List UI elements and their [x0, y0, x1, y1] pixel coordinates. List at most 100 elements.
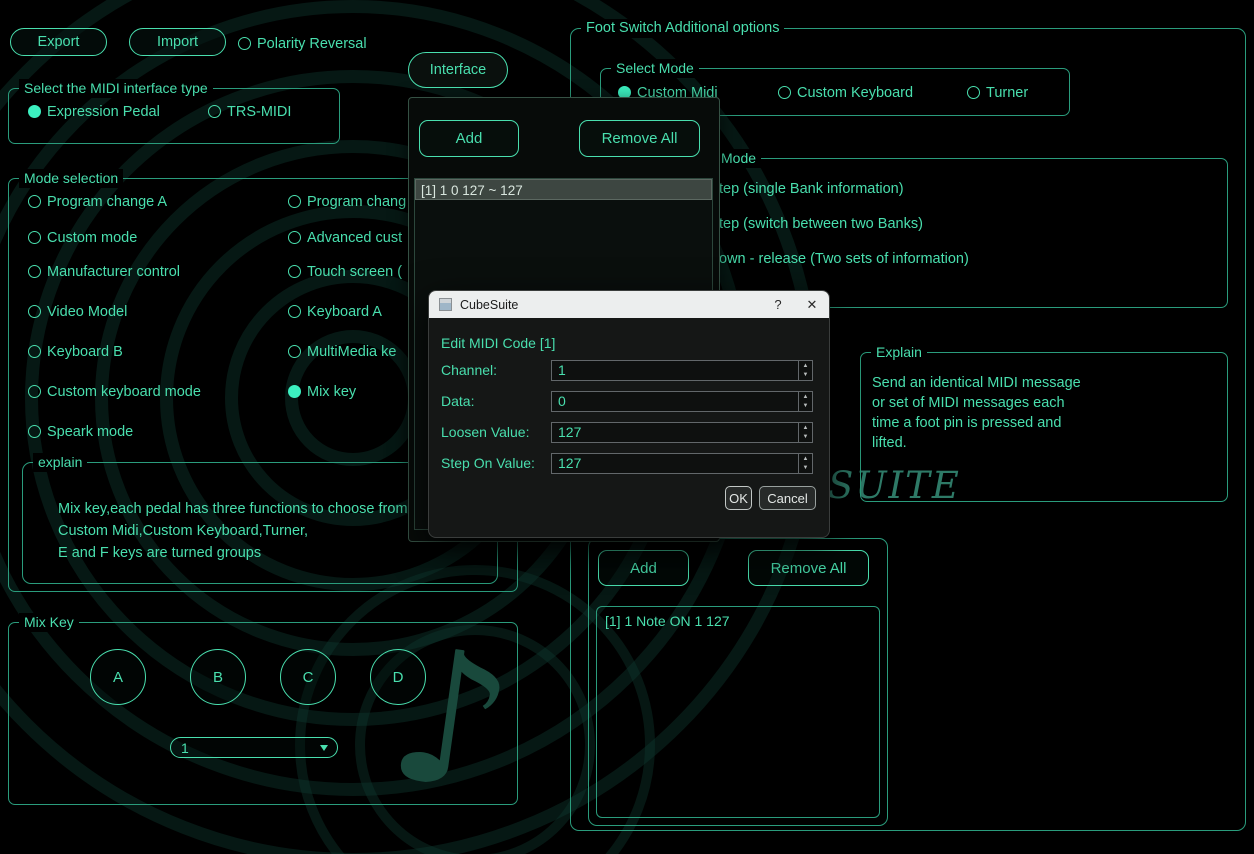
close-icon[interactable]: ✕ — [795, 291, 829, 318]
polarity-reversal-label: Polarity Reversal — [257, 35, 367, 52]
trs-midi-option[interactable]: TRS-MIDI — [208, 103, 291, 120]
step-on-value-label: Step On Value: — [441, 455, 535, 471]
bank-mode-legend: Mode — [716, 149, 762, 168]
mix-key-button-a[interactable]: A — [90, 649, 146, 705]
polarity-reversal-radio[interactable] — [238, 37, 251, 50]
select-mode-label: Custom Keyboard — [797, 84, 914, 101]
spin-up-icon[interactable]: ▲ — [799, 423, 812, 433]
import-button[interactable]: Import — [129, 28, 226, 56]
bank-mode-option-2[interactable]: tep (switch between two Banks) — [700, 215, 923, 232]
mode-radio[interactable] — [28, 265, 41, 278]
mix-key-dropdown[interactable]: 1 — [170, 737, 338, 758]
spin-down-icon[interactable]: ▼ — [799, 371, 812, 381]
expression-pedal-label: Expression Pedal — [47, 103, 160, 120]
mode-radio[interactable] — [288, 305, 301, 318]
bank-mode-label: tep (single Bank information) — [719, 180, 904, 197]
midi-code-list-item[interactable]: [1] 1 0 127 ~ 127 — [415, 179, 712, 200]
polarity-reversal-option[interactable]: Polarity Reversal — [238, 35, 367, 52]
mode-radio[interactable] — [28, 345, 41, 358]
spin-up-icon[interactable]: ▲ — [799, 361, 812, 371]
chevron-down-icon — [320, 745, 328, 751]
spin-up-icon[interactable]: ▲ — [799, 392, 812, 402]
mode-label: Touch screen ( — [307, 263, 403, 280]
mode-label: Keyboard A — [307, 303, 382, 320]
mode-multimedia-keyboard[interactable]: MultiMedia ke — [288, 343, 396, 360]
mode-custom-keyboard-mode[interactable]: Custom keyboard mode — [28, 383, 201, 400]
mix-key-button-d[interactable]: D — [370, 649, 426, 705]
dialog-titlebar[interactable]: CubeSuite ? ✕ — [429, 291, 829, 318]
mode-label: Advanced cust — [307, 229, 403, 246]
trs-midi-radio[interactable] — [208, 105, 221, 118]
explain-line: lifted. — [872, 435, 907, 451]
mode-radio[interactable] — [28, 425, 41, 438]
expression-pedal-option[interactable]: Expression Pedal — [28, 103, 160, 120]
mix-key-button-c[interactable]: C — [280, 649, 336, 705]
interface-button[interactable]: Interface — [408, 52, 508, 88]
mode-radio[interactable] — [288, 265, 301, 278]
mode-manufacturer-control[interactable]: Manufacturer control — [28, 263, 180, 280]
bank-mode-option-1[interactable]: tep (single Bank information) — [700, 180, 904, 197]
mode-touch-screen[interactable]: Touch screen ( — [288, 263, 402, 280]
dialog-icon — [439, 298, 452, 311]
mode-custom-mode[interactable]: Custom mode — [28, 229, 137, 246]
data-label: Data: — [441, 393, 475, 409]
mix-key-button-b[interactable]: B — [190, 649, 246, 705]
mode-label: Speark mode — [47, 423, 134, 440]
export-button[interactable]: Export — [10, 28, 107, 56]
mode-advanced-custom[interactable]: Advanced cust — [288, 229, 402, 246]
select-mode-custom-keyboard[interactable]: Custom Keyboard — [778, 84, 913, 101]
mode-radio[interactable] — [288, 231, 301, 244]
mode-program-change-b[interactable]: Program chang — [288, 193, 406, 210]
mode-keyboard-b[interactable]: Keyboard B — [28, 343, 123, 360]
mode-label: Mix key — [307, 383, 357, 400]
cancel-button[interactable]: Cancel — [759, 486, 816, 510]
dialog-heading: Edit MIDI Code [1] — [441, 335, 556, 351]
select-mode-radio[interactable] — [778, 86, 791, 99]
explain-line: time a foot pin is pressed and — [872, 415, 1062, 431]
midi-remove-all-button[interactable]: Remove All — [579, 120, 700, 157]
spinner-column: ▲ ▼ — [798, 454, 812, 473]
note-list-item[interactable]: [1] 1 Note ON 1 127 — [605, 613, 879, 629]
mode-radio[interactable] — [288, 345, 301, 358]
spin-down-icon[interactable]: ▼ — [799, 402, 812, 412]
interface-type-legend: Select the MIDI interface type — [19, 79, 213, 98]
midi-add-button[interactable]: Add — [419, 120, 519, 157]
data-value: 0 — [558, 393, 566, 409]
mode-program-change-a[interactable]: Program change A — [28, 193, 167, 210]
note-list[interactable]: [1] 1 Note ON 1 127 — [596, 606, 880, 818]
mode-radio[interactable] — [288, 385, 301, 398]
spinner-column: ▲ ▼ — [798, 423, 812, 442]
spin-down-icon[interactable]: ▼ — [799, 433, 812, 443]
bank-mode-option-3[interactable]: own - release (Two sets of information) — [700, 250, 969, 267]
loosen-value: 127 — [558, 424, 582, 440]
mode-radio[interactable] — [288, 195, 301, 208]
mode-radio[interactable] — [28, 385, 41, 398]
expression-pedal-radio[interactable] — [28, 105, 41, 118]
mode-speark-mode[interactable]: Speark mode — [28, 423, 133, 440]
app-window: ♪ SUITE Export Import Polarity Reversal … — [0, 0, 1254, 854]
mode-keyboard-a[interactable]: Keyboard A — [288, 303, 382, 320]
spin-down-icon[interactable]: ▼ — [799, 464, 812, 474]
step-on-value: 127 — [558, 455, 582, 471]
mix-key-group: Mix Key — [8, 613, 518, 805]
mode-radio[interactable] — [28, 305, 41, 318]
select-mode-turner[interactable]: Turner — [967, 84, 1028, 101]
spin-up-icon[interactable]: ▲ — [799, 454, 812, 464]
select-mode-label: Turner — [986, 84, 1029, 101]
mode-explain-line: Custom Midi,Custom Keyboard,Turner, — [58, 523, 309, 539]
mode-radio[interactable] — [28, 231, 41, 244]
foot-switch-legend: Foot Switch Additional options — [581, 19, 785, 38]
spinner-column: ▲ ▼ — [798, 392, 812, 411]
step-on-value-spinbox[interactable]: 127 ▲ ▼ — [551, 453, 813, 474]
select-mode-radio[interactable] — [967, 86, 980, 99]
help-button[interactable]: ? — [761, 291, 795, 318]
mode-label: Program change A — [47, 193, 168, 210]
mode-mix-key[interactable]: Mix key — [288, 383, 356, 400]
mode-radio[interactable] — [28, 195, 41, 208]
mix-key-dropdown-value: 1 — [181, 740, 189, 756]
channel-spinbox[interactable]: 1 ▲ ▼ — [551, 360, 813, 381]
ok-button[interactable]: OK — [725, 486, 752, 510]
mode-video-model[interactable]: Video Model — [28, 303, 127, 320]
data-spinbox[interactable]: 0 ▲ ▼ — [551, 391, 813, 412]
loosen-value-spinbox[interactable]: 127 ▲ ▼ — [551, 422, 813, 443]
